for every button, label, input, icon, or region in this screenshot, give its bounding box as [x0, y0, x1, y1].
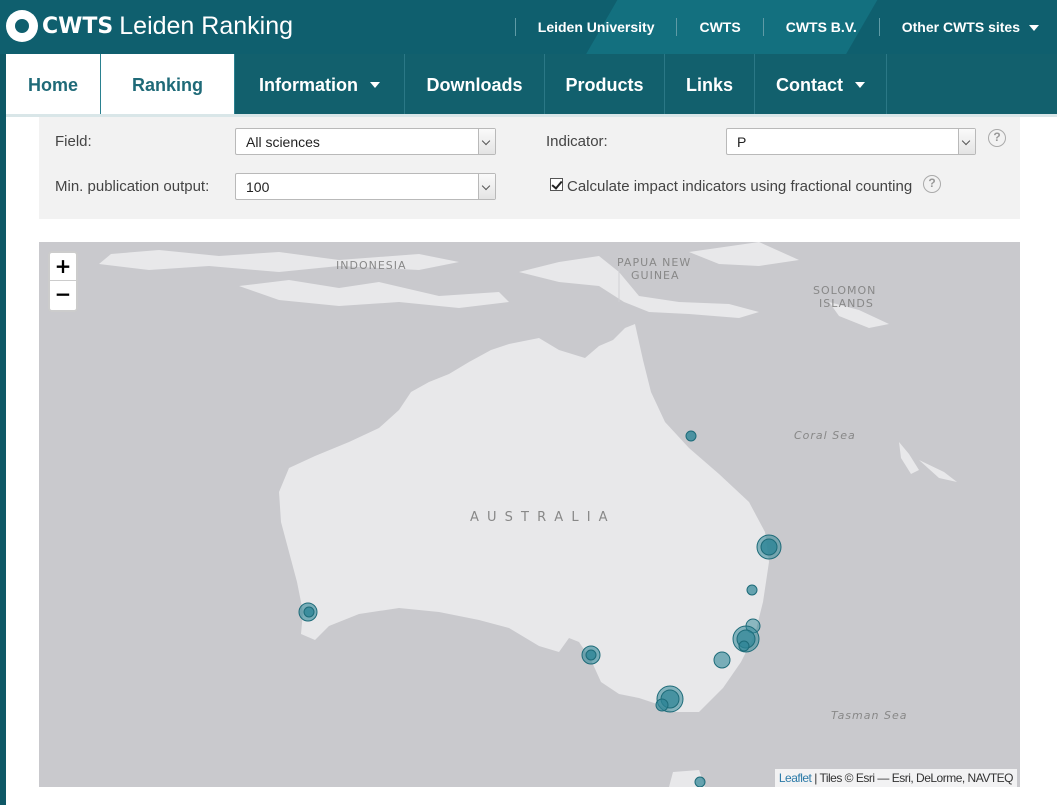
map-marker[interactable]	[303, 606, 315, 618]
divider	[878, 18, 880, 36]
label-indonesia: INDONESIA	[336, 259, 407, 272]
product-name: Leiden Ranking	[119, 11, 294, 40]
min-output-select[interactable]: 100	[235, 173, 496, 200]
map-marker[interactable]	[713, 651, 731, 669]
nav-label: Links	[685, 74, 733, 95]
help-icon[interactable]: ?	[988, 129, 1006, 147]
min-output-value: 100	[246, 179, 270, 195]
link-cwts-bv[interactable]: CWTS B.V.	[786, 19, 857, 35]
brand-name: CWTS	[42, 13, 114, 39]
cwts-logo-icon	[6, 10, 38, 42]
zoom-out-button[interactable]: −	[50, 281, 76, 309]
indicator-value: P	[737, 134, 747, 150]
top-header: CWTS Leiden Ranking Leiden University CW…	[0, 0, 1057, 54]
map-marker[interactable]	[694, 776, 706, 787]
label-tasman-sea: Tasman Sea	[831, 709, 907, 722]
nav-ranking[interactable]: Ranking	[101, 54, 235, 126]
page: CWTS Leiden Ranking Leiden University CW…	[0, 0, 1057, 805]
map-view[interactable]: INDONESIA PAPUA NEW GUINEA SOLOMON ISLAN…	[39, 242, 1020, 787]
tiles-attribution: | Tiles © Esri — Esri, DeLorme, NAVTEQ	[811, 771, 1013, 785]
nav-label: Products	[565, 74, 644, 95]
top-links: Leiden University CWTS CWTS B.V. Other C…	[493, 0, 1039, 54]
indicator-select[interactable]: P	[726, 128, 976, 155]
main-nav: Home Ranking Information Downloads Produ…	[6, 54, 1057, 126]
chevron-down-icon	[370, 82, 380, 88]
chevron-down-icon	[1029, 25, 1039, 32]
nav-links[interactable]: Links	[665, 54, 755, 116]
map-marker[interactable]	[685, 430, 697, 442]
nav-label: Information	[259, 74, 358, 95]
map-marker[interactable]	[655, 698, 669, 712]
label-coral-sea: Coral Sea	[794, 429, 856, 442]
chevron-down-icon	[855, 82, 865, 88]
field-select[interactable]: All sciences	[235, 128, 496, 155]
leaflet-link[interactable]: Leaflet	[779, 771, 812, 785]
land-lesser-sunda	[239, 280, 509, 308]
label-papua-new: PAPUA NEW	[617, 256, 691, 269]
help-icon[interactable]: ?	[923, 175, 941, 193]
label-solomon: SOLOMON	[813, 284, 876, 297]
nav-label: Contact	[776, 74, 843, 95]
divider	[762, 18, 764, 36]
map-marker[interactable]	[746, 584, 758, 596]
link-leiden-university[interactable]: Leiden University	[538, 19, 655, 35]
field-label: Field:	[55, 133, 92, 150]
nav-label: Ranking	[131, 74, 203, 95]
nav-label: Home	[27, 74, 78, 95]
site-logo[interactable]: CWTS Leiden Ranking	[6, 10, 293, 42]
indicator-label: Indicator:	[546, 133, 608, 150]
filter-panel: Field: All sciences Indicator: P ? Min. …	[39, 117, 1020, 219]
min-output-label: Min. publication output:	[55, 178, 210, 195]
zoom-control: + −	[48, 251, 78, 312]
nav-information[interactable]: Information	[235, 54, 405, 116]
divider	[676, 18, 678, 36]
divider	[514, 18, 516, 36]
fractional-counting-label: Calculate impact indicators using fracti…	[567, 178, 913, 195]
label-australia: A U S T R A L I A	[470, 510, 610, 525]
field-value: All sciences	[246, 134, 320, 150]
chevron-down-icon	[958, 129, 975, 154]
map-marker[interactable]	[760, 538, 778, 556]
nav-label: Downloads	[426, 74, 523, 95]
map-marker[interactable]	[585, 649, 597, 661]
chevron-down-icon	[478, 174, 495, 199]
nav-products[interactable]: Products	[545, 54, 665, 116]
map-marker[interactable]	[738, 640, 750, 652]
chevron-down-icon	[478, 129, 495, 154]
other-cwts-sites-label: Other CWTS sites	[901, 19, 1020, 35]
label-islands: ISLANDS	[819, 297, 874, 310]
nav-contact[interactable]: Contact	[755, 54, 887, 116]
fractional-counting-checkbox[interactable]	[550, 178, 563, 191]
map-tiles: INDONESIA PAPUA NEW GUINEA SOLOMON ISLAN…	[99, 242, 957, 787]
link-cwts[interactable]: CWTS	[699, 19, 740, 35]
land-vanuatu	[899, 442, 919, 474]
label-guinea: GUINEA	[631, 269, 680, 282]
other-cwts-sites-dropdown[interactable]: Other CWTS sites	[902, 19, 1039, 35]
left-border	[0, 0, 6, 805]
zoom-in-button[interactable]: +	[50, 253, 76, 281]
land-new-caledonia	[919, 460, 957, 482]
nav-downloads[interactable]: Downloads	[405, 54, 545, 116]
land-islands	[689, 242, 799, 266]
map-attribution: Leaflet | Tiles © Esri — Esri, DeLorme, …	[774, 769, 1017, 787]
nav-home[interactable]: Home	[6, 54, 101, 116]
